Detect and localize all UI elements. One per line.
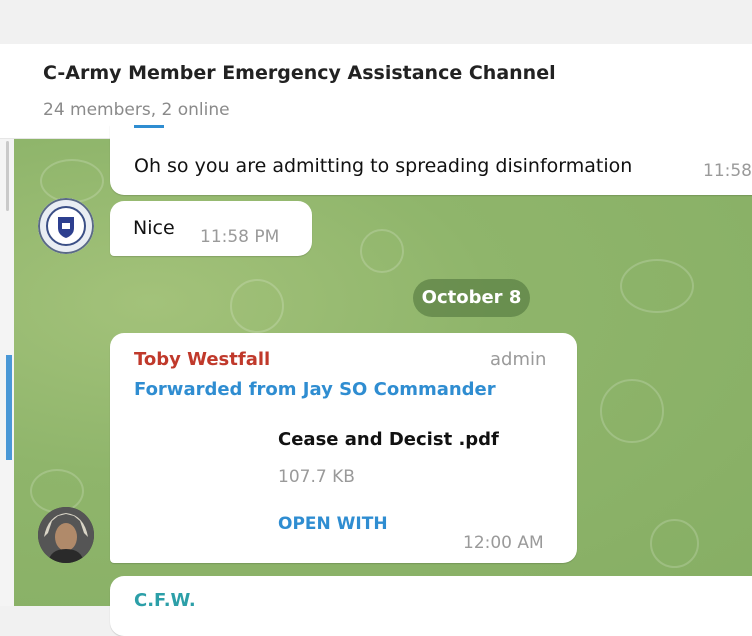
chat-member-count: 24 members, 2 online [43,100,230,120]
scrollbar-thumb[interactable] [6,141,9,211]
background-doodle-icon [40,159,104,203]
selection-indicator [6,355,12,460]
admin-badge: admin [490,349,547,370]
message-time: 11:58 [703,161,752,181]
sender-name[interactable]: Toby Westfall [134,349,270,370]
open-with-button[interactable]: OPEN WITH [278,514,388,534]
shield-emblem-icon [38,198,94,254]
message-bubble[interactable]: Oh so you are admitting to spreading dis… [110,125,752,195]
sender-name-partial [134,125,164,128]
forwarded-file-message[interactable]: Toby Westfall admin Forwarded from Jay S… [110,333,577,563]
message-bubble[interactable]: Nice 11:58 PM [110,201,312,256]
date-divider: October 8 [413,279,530,317]
message-text: Oh so you are admitting to spreading dis… [134,155,633,177]
user-avatar[interactable] [38,198,94,254]
background-doodle-icon [620,259,694,313]
file-name[interactable]: Cease and Decist .pdf [278,429,499,450]
window-top-bar [0,0,752,44]
sender-name[interactable]: C.F.W. [134,590,196,611]
background-doodle-icon [650,519,699,568]
person-photo-icon [38,507,94,563]
background-doodle-icon [360,229,404,273]
message-bubble[interactable]: C.F.W. [110,576,752,636]
message-text: Nice [133,217,175,239]
background-doodle-icon [230,279,284,333]
message-time: 11:58 PM [200,227,280,247]
file-size: 107.7 KB [278,467,355,487]
user-avatar[interactable] [38,507,94,563]
forwarded-from-link[interactable]: Forwarded from Jay SO Commander [134,379,496,400]
background-doodle-icon [30,469,84,513]
message-time: 12:00 AM [463,533,544,553]
chat-title[interactable]: C-Army Member Emergency Assistance Chann… [43,62,556,84]
background-doodle-icon [600,379,664,443]
